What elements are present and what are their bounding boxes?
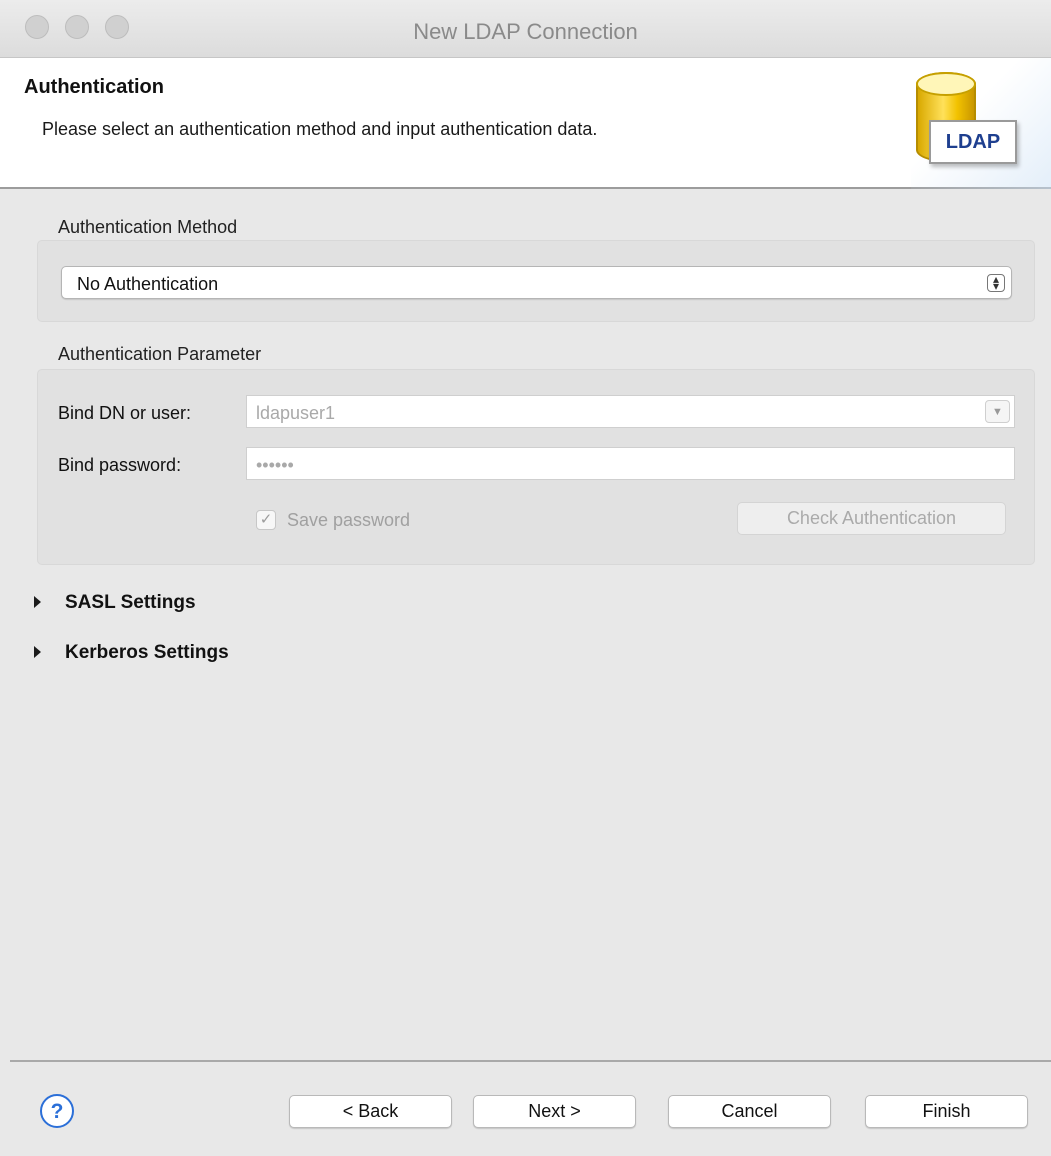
ldap-label-tag: LDAP [929,120,1017,164]
back-button[interactable]: < Back [289,1095,452,1128]
cancel-button[interactable]: Cancel [668,1095,831,1128]
bind-dn-value: ldapuser1 [256,403,336,423]
disclosure-triangle-icon[interactable] [34,596,41,608]
sasl-settings-label[interactable]: SASL Settings [65,592,196,614]
window-title: New LDAP Connection [413,19,638,44]
window-titlebar: New LDAP Connection [0,0,1051,58]
bind-dn-label: Bind DN or user: [58,403,192,423]
kerberos-settings-label[interactable]: Kerberos Settings [65,642,229,664]
wizard-content [0,189,1051,1156]
save-password-checkbox[interactable]: ✓ [256,510,276,530]
bind-password-label: Bind password: [58,455,182,475]
footer-separator [10,1060,1051,1062]
check-authentication-button[interactable]: Check Authentication [737,502,1006,535]
chevron-down-icon[interactable]: ▼ [985,400,1010,423]
auth-param-group-label: Authentication Parameter [58,344,262,364]
disclosure-triangle-icon[interactable] [34,646,41,658]
auth-method-group-label: Authentication Method [58,217,238,237]
ldap-database-icon: LDAP [911,68,1021,180]
bind-dn-combo[interactable]: ldapuser1 ▼ [246,395,1015,428]
help-icon[interactable]: ? [40,1094,74,1128]
up-down-arrows-icon: ▴ ▾ [987,273,1005,292]
wizard-banner: Authentication Please select an authenti… [0,58,1051,189]
finish-button[interactable]: Finish [865,1095,1028,1128]
page-description: Please select an authentication method a… [42,119,598,139]
database-cylinder-top [916,72,976,96]
bind-password-field[interactable]: •••••• [246,447,1015,480]
auth-method-selected-value: No Authentication [77,274,219,294]
checkmark-icon: ✓ [259,511,273,528]
page-title: Authentication [24,76,164,98]
auth-method-select[interactable]: No Authentication ▴ ▾ [61,266,1012,299]
save-password-label: Save password [287,510,411,530]
next-button[interactable]: Next > [473,1095,636,1128]
bind-password-value: •••••• [256,455,294,475]
